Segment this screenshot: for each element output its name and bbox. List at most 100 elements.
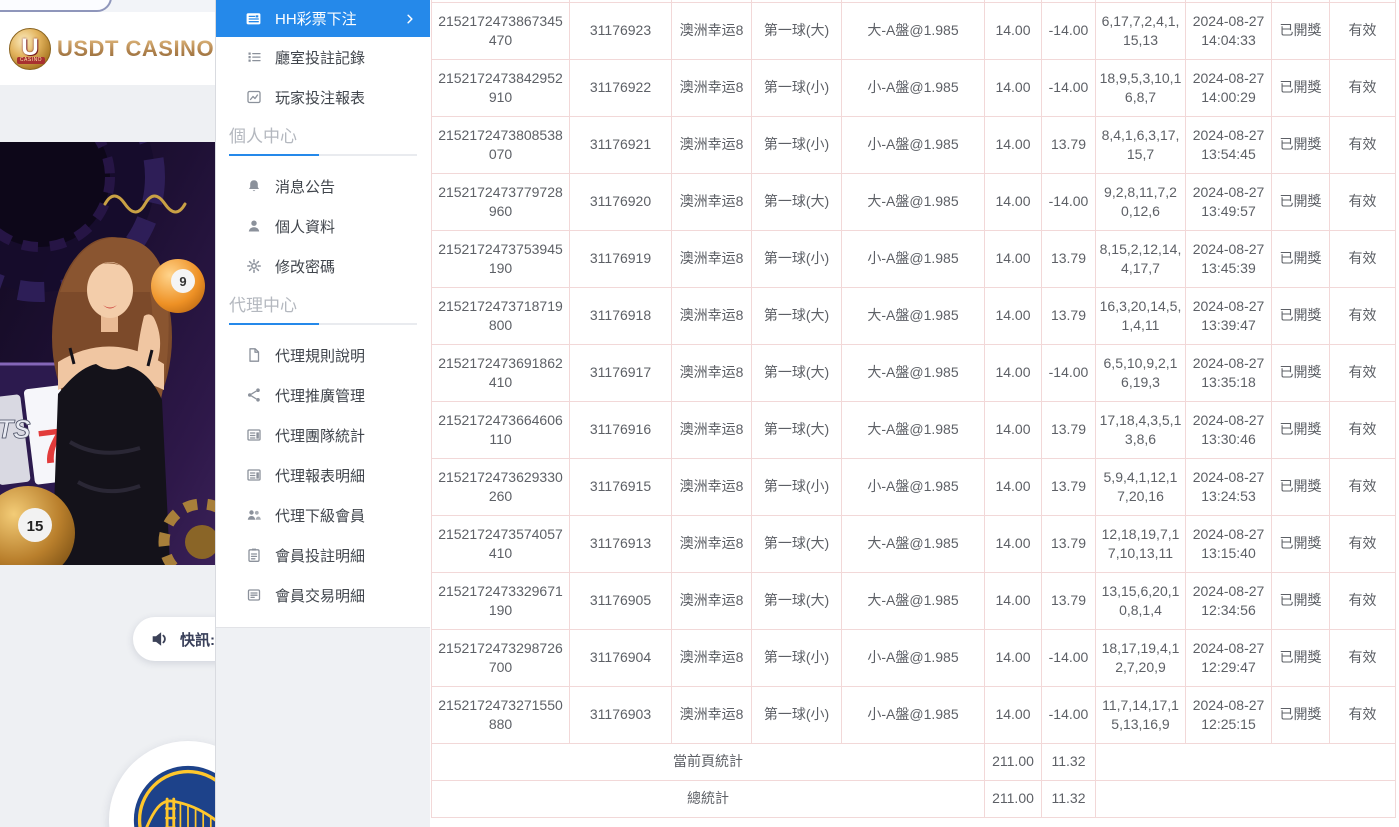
sidebar-item-hh-lottery-bet[interactable]: HH彩票下注 [216,0,430,37]
bet-records-panel: 2152172473867345470 31176923 澳洲幸运8 第一球(大… [430,0,1399,827]
newspaper-icon [245,10,262,27]
cell-play-type: 第一球(小) [752,230,842,287]
bet-records-table: 2152172473867345470 31176923 澳洲幸运8 第一球(大… [431,0,1396,818]
cell-game: 澳洲幸运8 [672,629,752,686]
cell-win-loss: -14.00 [1042,344,1096,401]
section-personal-center: 個人中心 [216,117,430,156]
cell-win-loss: 13.79 [1042,116,1096,173]
cell-play-type: 第一球(大) [752,515,842,572]
sidebar-item-agent-rules[interactable]: 代理規則說明 [216,335,430,375]
cell-amount: 14.00 [985,344,1042,401]
cell-validity: 有效 [1330,2,1396,59]
cell-validity: 有效 [1330,401,1396,458]
cell-validity: 有效 [1330,458,1396,515]
cell-bet-content: 大-A盤@1.985 [842,2,985,59]
sidebar-item-label: 代理下級會員 [275,505,365,526]
floating-team-button[interactable] [109,741,215,827]
cell-status: 已開獎 [1272,116,1330,173]
site-header: U CASINO USDT CASINO [0,12,215,85]
svg-text:9: 9 [179,274,186,289]
news-report-icon [245,467,262,483]
person-icon [245,218,262,234]
cell-game: 澳洲幸运8 [672,401,752,458]
table-body: 2152172473867345470 31176923 澳洲幸运8 第一球(大… [432,0,1396,817]
cell-status: 已開獎 [1272,344,1330,401]
sidebar-item-profile[interactable]: 個人資料 [216,206,430,246]
promo-banner: 7 TS 9 [0,142,215,565]
svg-text:TS: TS [0,414,31,444]
cell-validity: 有效 [1330,686,1396,743]
cell-draw-numbers: 11,7,14,17,15,13,16,9 [1096,686,1186,743]
table-row: 2152172473664606110 31176916 澳洲幸运8 第一球(大… [432,401,1396,458]
cell-status: 已開獎 [1272,686,1330,743]
sidebar-item-agent-report-detail[interactable]: 代理報表明細 [216,455,430,495]
cell-game: 澳洲幸运8 [672,686,752,743]
sidebar-item-member-transaction-detail[interactable]: 會員交易明細 [216,575,430,615]
sidebar-item-label: 會員交易明細 [275,585,365,606]
cell-win-loss: 13.79 [1042,401,1096,458]
table-row: 2152172473867345470 31176923 澳洲幸运8 第一球(大… [432,2,1396,59]
cell-amount: 14.00 [985,287,1042,344]
cell-play-type: 第一球(大) [752,401,842,458]
cell-status: 已開獎 [1272,230,1330,287]
sidebar-item-member-bet-detail[interactable]: 會員投註明細 [216,535,430,575]
cell-order-id: 2152172473808538070 [432,116,570,173]
sidebar-item-agent-team-stats[interactable]: 代理團隊統計 [216,415,430,455]
cell-order-id: 2152172473629330260 [432,458,570,515]
cell-time: 2024-08-27 13:45:39 [1186,230,1272,287]
cell-status: 已開獎 [1272,572,1330,629]
cell-status: 已開獎 [1272,287,1330,344]
section-divider [229,323,417,325]
cell-draw-numbers: 8,15,2,12,14,4,17,7 [1096,230,1186,287]
table-row: 2152172473808538070 31176921 澳洲幸运8 第一球(小… [432,116,1396,173]
cell-draw-numbers: 8,4,1,6,3,17,15,7 [1096,116,1186,173]
cell-game: 澳洲幸运8 [672,572,752,629]
cell-period: 31176919 [570,230,672,287]
sidebar-item-agent-promotion[interactable]: 代理推廣管理 [216,375,430,415]
cell-bet-content: 小-A盤@1.985 [842,59,985,116]
cell-bet-content: 大-A盤@1.985 [842,515,985,572]
cell-draw-numbers: 18,9,5,3,10,16,8,7 [1096,59,1186,116]
cell-win-loss: -14.00 [1042,686,1096,743]
table-row: 2152172473298726700 31176904 澳洲幸运8 第一球(小… [432,629,1396,686]
cell-validity: 有效 [1330,515,1396,572]
cell-game: 澳洲幸运8 [672,515,752,572]
cell-bet-content: 小-A盤@1.985 [842,458,985,515]
sidebar-item-agent-downline-members[interactable]: 代理下級會員 [216,495,430,535]
section-title: 個人中心 [229,127,417,147]
cell-amount: 14.00 [985,173,1042,230]
sidebar-item-label: 玩家投注報表 [275,87,365,108]
sidebar-item-announcements[interactable]: 消息公告 [216,166,430,206]
cell-play-type: 第一球(大) [752,572,842,629]
cell-time: 2024-08-27 13:24:53 [1186,458,1272,515]
grand-total-result: 11.32 [1042,780,1096,817]
cell-game: 澳洲幸运8 [672,2,752,59]
sidebar-item-label: 代理推廣管理 [275,385,365,406]
cell-win-loss: 13.79 [1042,515,1096,572]
cell-draw-numbers: 17,18,4,3,5,13,8,6 [1096,401,1186,458]
cell-win-loss: -14.00 [1042,2,1096,59]
table-row: 2152172473574057410 31176913 澳洲幸运8 第一球(大… [432,515,1396,572]
sidebar-item-room-bet-records[interactable]: 廳室投註記錄 [216,37,430,77]
cell-time: 2024-08-27 13:30:46 [1186,401,1272,458]
sidebar-item-change-password[interactable]: 修改密碼 [216,246,430,286]
cell-win-loss: 13.79 [1042,287,1096,344]
cell-bet-content: 小-A盤@1.985 [842,629,985,686]
cell-validity: 有效 [1330,572,1396,629]
bell-icon [245,178,262,194]
cell-amount: 14.00 [985,59,1042,116]
cell-period: 31176916 [570,401,672,458]
news-report-icon [245,427,262,443]
cell-game: 澳洲幸运8 [672,344,752,401]
page-total-label: 當前頁統計 [432,743,985,780]
sidebar-item-player-bet-report[interactable]: 玩家投注報表 [216,77,430,117]
sidebar-item-label: 個人資料 [275,216,335,237]
cell-order-id: 2152172473574057410 [432,515,570,572]
cell-status: 已開獎 [1272,401,1330,458]
cell-status: 已開獎 [1272,59,1330,116]
cell-amount: 14.00 [985,116,1042,173]
cutoff-pill-widget [0,0,112,12]
page-total-amount: 211.00 [985,743,1042,780]
cell-period: 31176918 [570,287,672,344]
sidebar-menu: HH彩票下注 廳室投註記錄 玩家投注報表 [216,0,430,628]
